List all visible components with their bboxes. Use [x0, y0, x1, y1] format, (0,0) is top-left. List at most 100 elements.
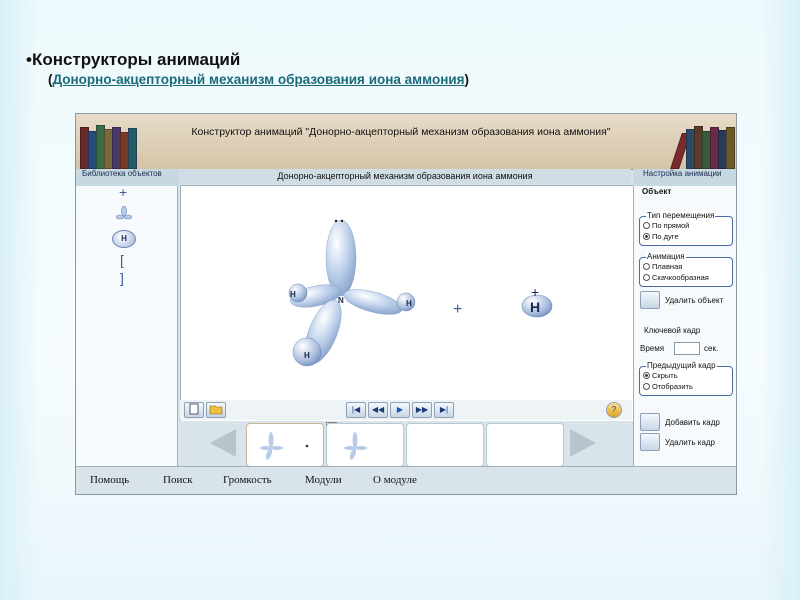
keyframe-empty[interactable] — [486, 423, 564, 467]
animation-settings-panel: Объект Тип перемещения По прямой По дуге… — [633, 186, 736, 466]
slide-left-glow — [0, 0, 40, 600]
animation-label: Анимация — [646, 252, 686, 261]
nitrogen-label: N — [338, 296, 344, 305]
object-label: Объект — [642, 187, 672, 196]
keyframe-thumbnail[interactable] — [246, 423, 324, 467]
bookshelf-left-image — [78, 124, 138, 169]
play-button[interactable]: ▶ — [390, 402, 410, 418]
animation-canvas[interactable]: N H H H + H + — [180, 185, 634, 423]
lone-pair-orbital — [325, 219, 357, 297]
library-item-plus[interactable]: + — [119, 184, 127, 200]
slide-title: •Конструкторы анимаций — [26, 50, 241, 69]
library-item-hydrogen[interactable]: H — [112, 230, 136, 248]
keyframe-thumbnail[interactable] — [326, 423, 404, 467]
ion-symbol: H — [530, 299, 540, 315]
ion-charge: + — [531, 284, 539, 300]
library-item-orbital-icon[interactable] — [115, 205, 133, 225]
radio-label: Отобразить — [652, 382, 693, 391]
subtitle-link[interactable]: Донорно-акцепторный механизм образования… — [53, 72, 465, 87]
delete-frame-label: Удалить кадр — [665, 437, 716, 447]
radio-icon — [643, 263, 650, 270]
time-input[interactable] — [674, 342, 700, 355]
radio-label: Скрыть — [652, 371, 678, 380]
delete-frame-icon — [640, 433, 660, 451]
rewind-button[interactable]: ◀◀ — [368, 402, 388, 418]
radio-label: Скачкообразная — [652, 273, 709, 282]
skip-forward-icon: ▶| — [439, 405, 449, 414]
prev-frame-group: Предыдущий кадр Скрыть Отобразить — [639, 361, 733, 396]
help-icon: ? — [611, 405, 617, 414]
rewind-icon: ◀◀ — [371, 405, 385, 414]
new-file-button[interactable] — [184, 402, 204, 418]
animation-group: Анимация Плавная Скачкообразная — [639, 252, 733, 287]
radio-icon — [643, 222, 650, 229]
radio-selected-icon — [643, 233, 650, 240]
radio-icon — [643, 274, 650, 281]
object-library-panel: + H [ ] — [76, 184, 178, 466]
animation-constructor-window: Конструктор анимаций "Донорно-акцепторны… — [75, 113, 737, 495]
help-button[interactable]: ? — [606, 402, 622, 418]
prev-frame-label: Предыдущий кадр — [646, 361, 717, 370]
slide-right-glow — [760, 0, 800, 600]
add-frame-label: Добавить кадр — [665, 417, 720, 427]
subtitle-close-paren: ) — [464, 72, 470, 87]
bookshelf-right-image — [670, 124, 735, 169]
radio-selected-icon — [643, 372, 650, 379]
keyframe-empty[interactable] — [406, 423, 484, 467]
window-title: Конструктор анимаций "Донорно-акцепторны… — [191, 126, 611, 138]
window-titlebar: Конструктор анимаций "Донорно-акцепторны… — [76, 114, 736, 170]
frames-next-arrow-icon[interactable] — [570, 429, 596, 457]
eraser-icon — [640, 291, 660, 309]
skip-back-icon: |◀ — [351, 405, 361, 414]
radio-label: Плавная — [652, 262, 683, 271]
bottom-menu-bar: Помощь Поиск Громкость Модули О модуле — [76, 466, 736, 494]
radio-arc[interactable]: По дуге — [643, 232, 679, 241]
menu-modules[interactable]: Модули — [305, 474, 342, 486]
hydrogen-ion[interactable]: H + — [521, 284, 553, 318]
keyframe-label: Ключевой кадр — [644, 326, 701, 335]
radio-label: По дуге — [652, 232, 679, 241]
molecule-drawing: N H H H + H + — [288, 219, 553, 369]
menu-search[interactable]: Поиск — [163, 474, 193, 486]
canvas-toolbar: |◀ ◀◀ ▶ ▶▶ ▶| ? — [180, 400, 632, 420]
open-folder-button[interactable] — [206, 402, 226, 418]
library-item-open-bracket[interactable]: [ — [120, 252, 124, 268]
radio-straight[interactable]: По прямой — [643, 221, 689, 230]
add-frame-icon — [640, 413, 660, 431]
last-frame-button[interactable]: ▶| — [434, 402, 454, 418]
time-unit-label: сек. — [704, 344, 719, 353]
delete-object-button[interactable]: Удалить объект — [640, 291, 723, 309]
radio-icon — [643, 383, 650, 390]
fast-forward-icon: ▶▶ — [415, 405, 429, 414]
radio-show[interactable]: Отобразить — [643, 382, 693, 391]
library-item-close-bracket[interactable]: ] — [120, 270, 124, 286]
frames-prev-arrow-icon[interactable] — [210, 429, 236, 457]
menu-help[interactable]: Помощь — [90, 474, 129, 486]
library-header: Библиотека объектов — [76, 169, 179, 186]
folder-icon — [209, 405, 223, 415]
radio-label: По прямой — [652, 221, 690, 230]
first-frame-button[interactable]: |◀ — [346, 402, 366, 418]
time-label: Время — [640, 344, 665, 353]
hydrogen-label: H — [406, 299, 412, 308]
hydrogen-label: H — [290, 290, 296, 299]
play-icon: ▶ — [396, 405, 404, 414]
keyframes-strip: 2c — [180, 421, 632, 471]
delete-frame-button[interactable]: Удалить кадр — [640, 433, 715, 451]
radio-step[interactable]: Скачкообразная — [643, 273, 709, 282]
settings-header: Настройка анимации — [633, 169, 736, 186]
menu-volume[interactable]: Громкость — [223, 474, 272, 486]
ammonia-molecule[interactable]: N H H H — [288, 219, 416, 369]
radio-smooth[interactable]: Плавная — [643, 262, 682, 271]
new-file-icon — [189, 403, 199, 415]
move-type-label: Тип перемещения — [646, 211, 716, 220]
reaction-plus-sign: + — [453, 301, 462, 318]
menu-about[interactable]: О модуле — [373, 474, 417, 486]
slide-subtitle: (Донорно-акцепторный механизм образовани… — [48, 72, 469, 87]
canvas-header: Донорно-акцепторный механизм образования… — [179, 169, 631, 184]
fast-forward-button[interactable]: ▶▶ — [412, 402, 432, 418]
add-frame-button[interactable]: Добавить кадр — [640, 413, 720, 431]
move-type-group: Тип перемещения По прямой По дуге — [639, 211, 733, 246]
radio-hide[interactable]: Скрыть — [643, 371, 678, 380]
delete-object-label: Удалить объект — [665, 295, 724, 305]
